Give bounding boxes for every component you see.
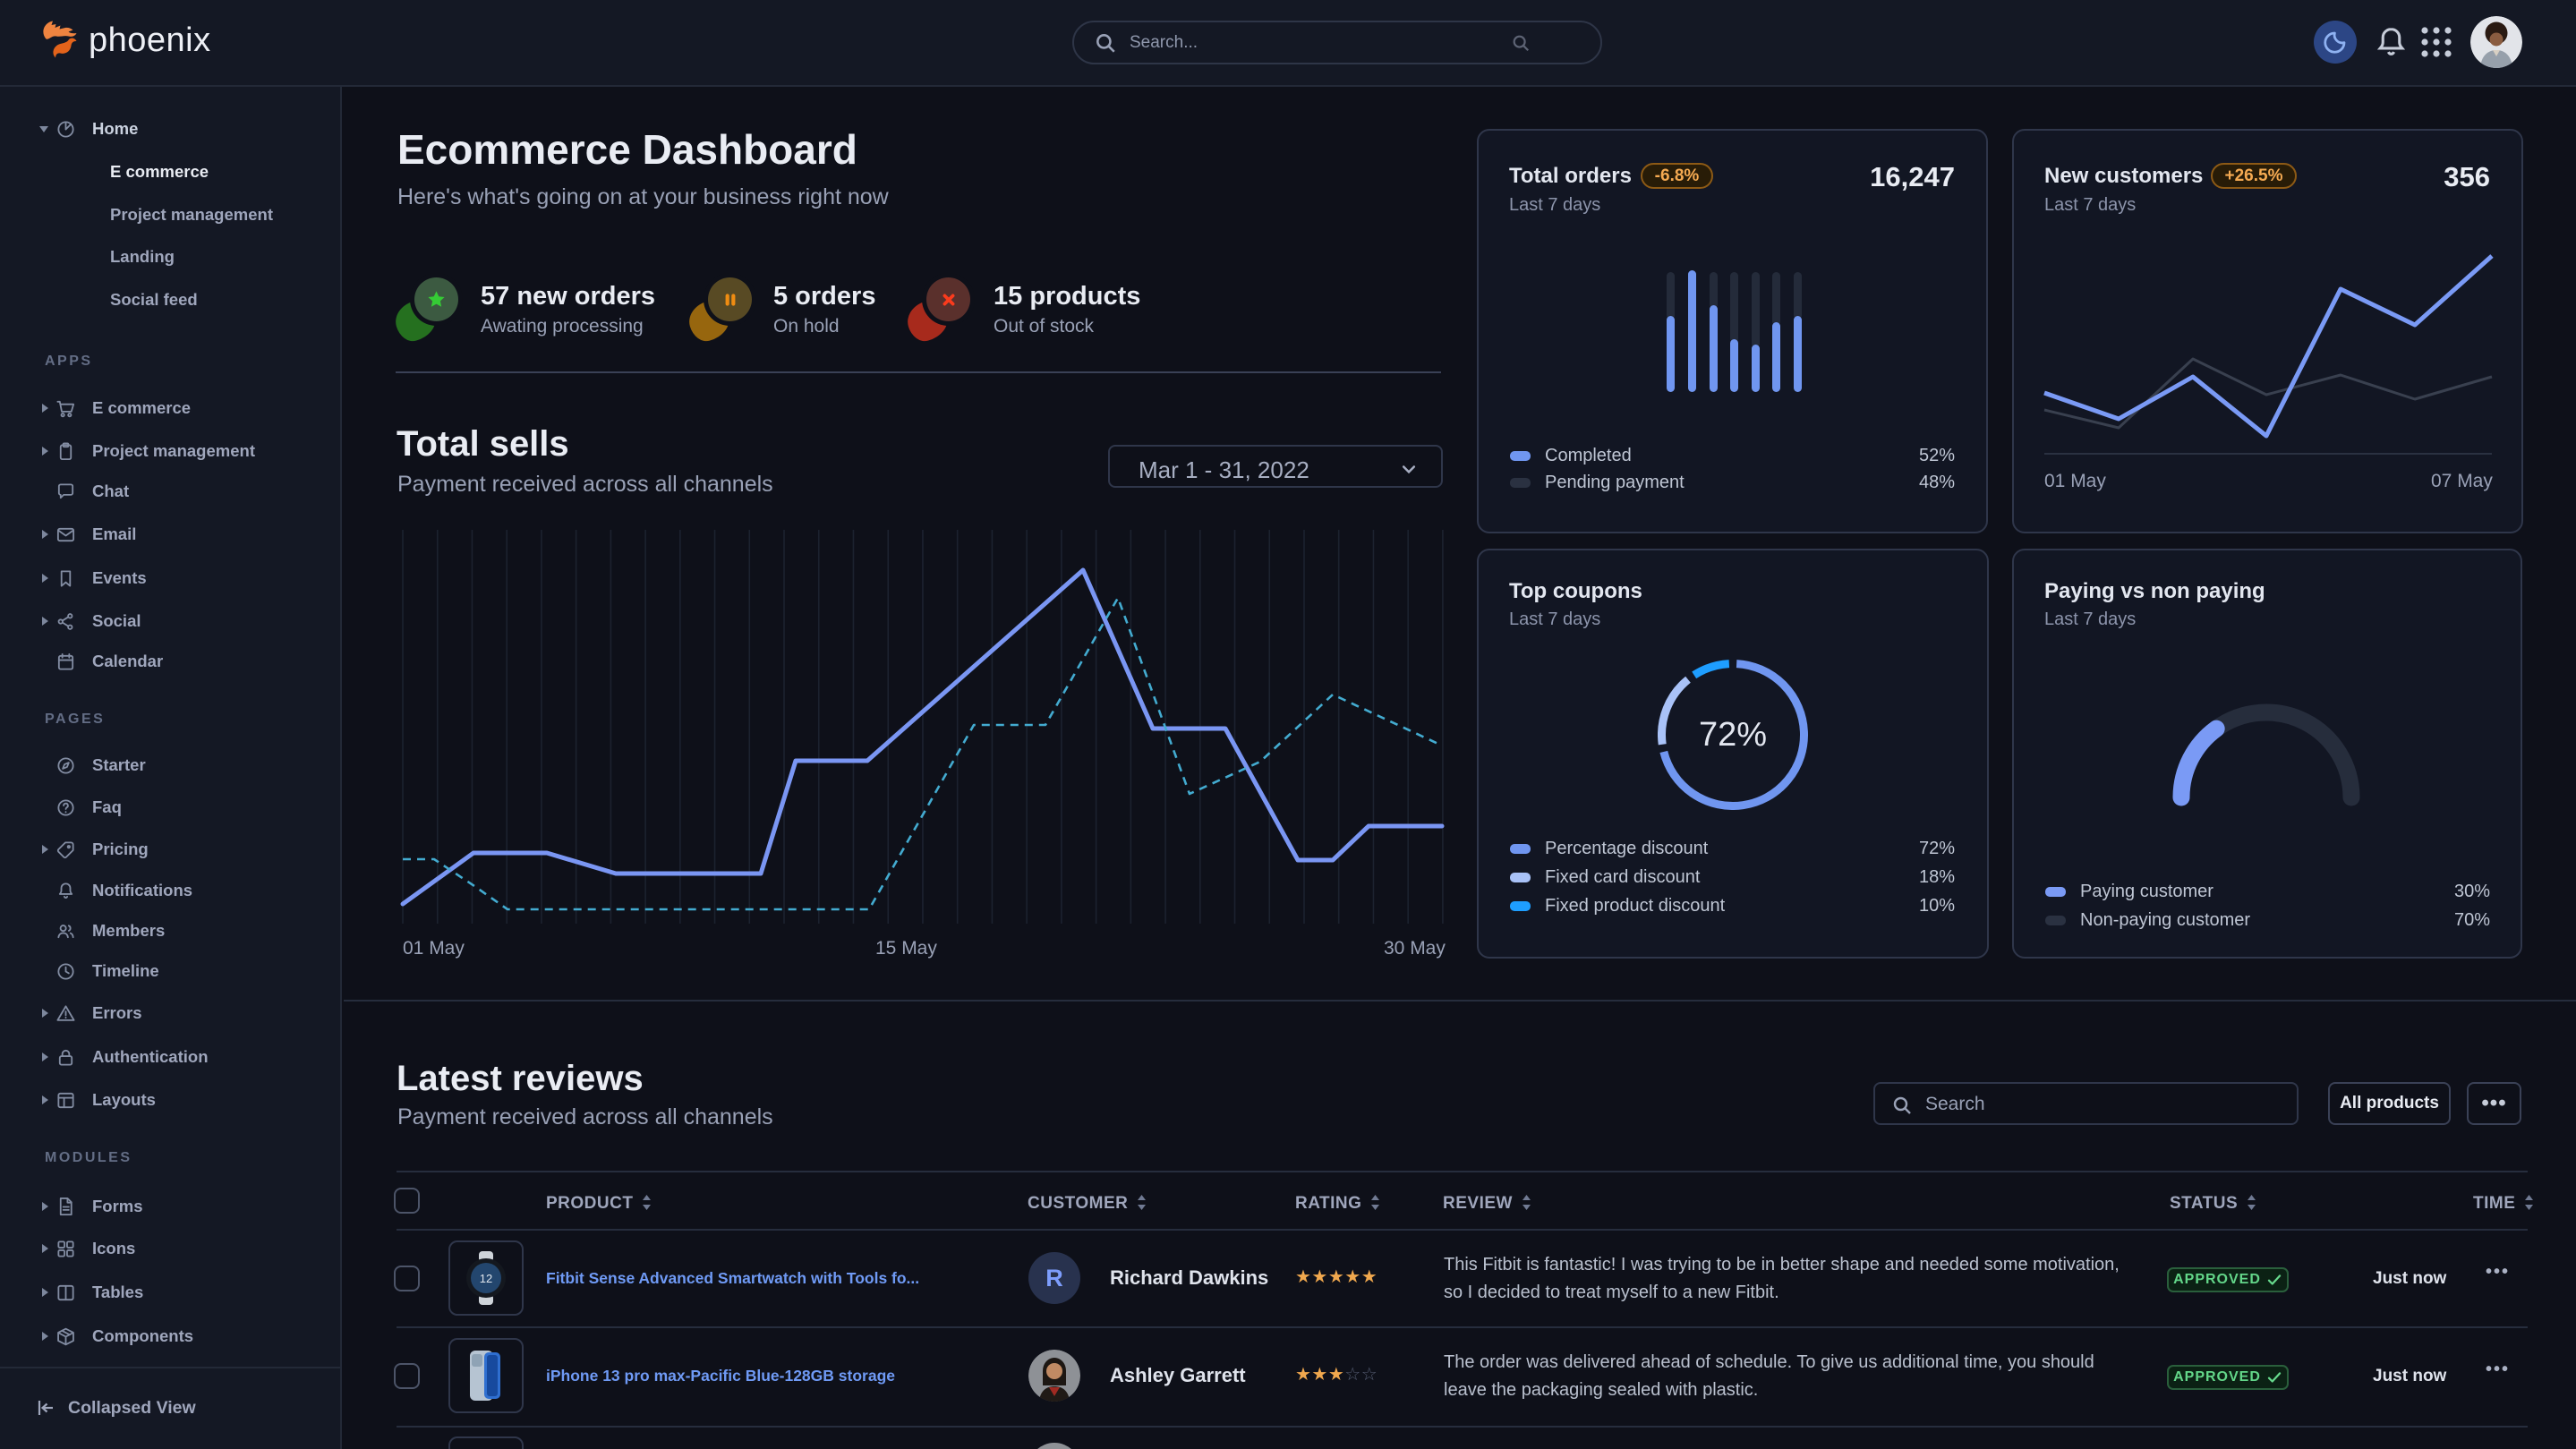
svg-text:72%: 72% xyxy=(1699,716,1767,754)
svg-text:12: 12 xyxy=(480,1272,492,1285)
